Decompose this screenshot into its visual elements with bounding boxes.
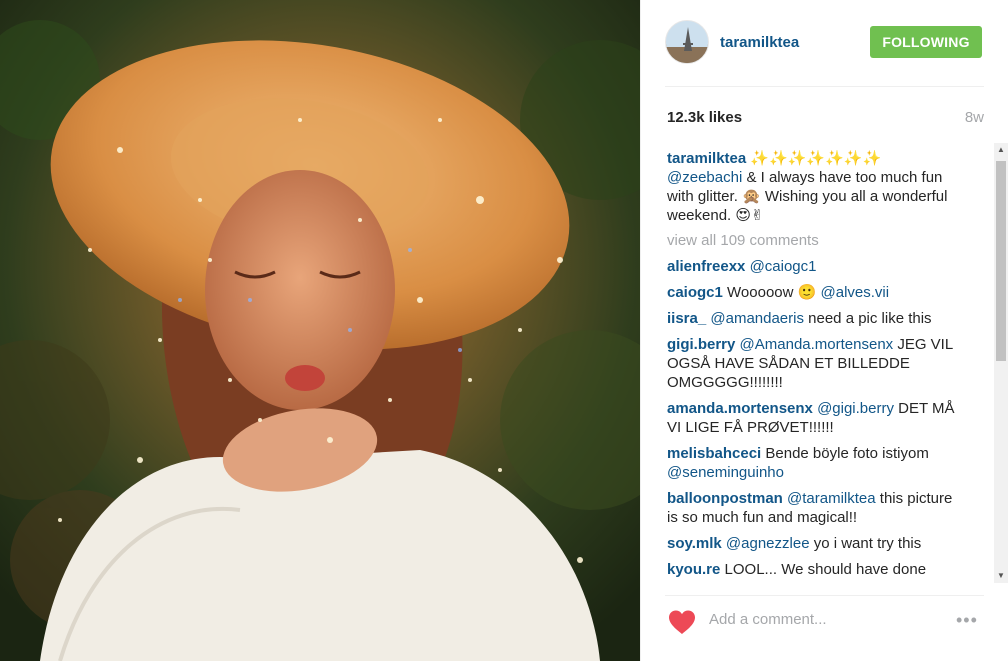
comment-mention[interactable]: @seneminguinho [667, 464, 784, 481]
post-footer: ••• [641, 595, 1008, 661]
comment: kyou.re LOOL... We should have done [667, 560, 967, 579]
comment-username[interactable]: kyou.re [667, 561, 720, 578]
sparkles-emoji: ✨✨✨✨✨✨✨ [750, 150, 882, 167]
instagram-post-modal: taramilktea FOLLOWING 12.3k likes 8w tar… [0, 0, 1008, 661]
comment-username[interactable]: alienfreexx [667, 258, 745, 275]
comment-text: Bende böyle foto istiyom [765, 445, 929, 462]
post-age[interactable]: 8w [965, 109, 984, 126]
comment: soy.mlk @agnezzlee yo i want try this [667, 534, 967, 553]
comment-mention[interactable]: @agnezzlee [726, 535, 810, 552]
heart-eyes-peace-emoji: 😍✌ [735, 207, 764, 224]
comment-username[interactable]: melisbahceci [667, 445, 761, 462]
eiffel-tower-avatar-icon [666, 21, 708, 63]
comment-username[interactable]: amanda.mortensenx [667, 400, 813, 417]
caption-mention[interactable]: @zeebachi [667, 169, 742, 186]
comment-username[interactable]: gigi.berry [667, 336, 735, 353]
comments-section[interactable]: taramilktea ✨✨✨✨✨✨✨ @zeebachi & I always… [641, 143, 1008, 583]
post-photo[interactable] [0, 0, 640, 661]
comment-mention[interactable]: @amandaeris [710, 310, 804, 327]
username-link[interactable]: taramilktea [720, 34, 799, 51]
scrollbar-thumb[interactable] [996, 161, 1006, 361]
heart-icon[interactable] [667, 609, 697, 635]
comment-text: LOOL... We should have done [724, 561, 927, 578]
avatar[interactable] [665, 20, 709, 64]
photo-illustration [0, 0, 640, 661]
post-sidebar: taramilktea FOLLOWING 12.3k likes 8w tar… [640, 0, 1008, 661]
post-header: taramilktea FOLLOWING [641, 0, 1008, 86]
caption: taramilktea ✨✨✨✨✨✨✨ @zeebachi & I always… [667, 149, 967, 225]
comment: melisbahceci Bende böyle foto istiyom @s… [667, 444, 967, 482]
scroll-down-arrow-icon[interactable]: ▼ [994, 569, 1008, 583]
comment: caiogc1 Wooooow 🙂 @alves.vii [667, 283, 967, 302]
comment: alienfreexx @caiogc1 [667, 257, 967, 276]
see-no-evil-emoji: 🙊 [742, 188, 761, 205]
comment: balloonpostman @taramilktea this picture… [667, 489, 967, 527]
caption-username[interactable]: taramilktea [667, 150, 746, 167]
comment-username[interactable]: balloonpostman [667, 490, 783, 507]
more-options-icon[interactable]: ••• [956, 611, 984, 629]
comment: iisra_ @amandaeris need a pic like this [667, 309, 967, 328]
comment: gigi.berry @Amanda.mortensenx JEG VIL OG… [667, 335, 967, 392]
following-button[interactable]: FOLLOWING [870, 26, 982, 58]
comment-username[interactable]: caiogc1 [667, 284, 723, 301]
likes-count[interactable]: 12.3k likes [667, 109, 742, 126]
comments-scrollbar[interactable]: ▲ ▼ [994, 143, 1008, 583]
comment-username[interactable]: iisra_ [667, 310, 706, 327]
comment: amanda.mortensenx @gigi.berry DET MÅ VI … [667, 399, 967, 437]
comment-text: need a pic like this [803, 310, 932, 327]
scroll-up-arrow-icon[interactable]: ▲ [994, 143, 1008, 157]
comment-mention[interactable]: @alves.vii [821, 284, 890, 301]
comment-text: Wooooow 🙂 [727, 284, 821, 301]
comment-list: taramilktea ✨✨✨✨✨✨✨ @zeebachi & I always… [667, 149, 967, 583]
add-comment-input[interactable] [709, 611, 939, 628]
comment-text: yo i want try this [809, 535, 922, 552]
comment-mention[interactable]: @gigi.berry [817, 400, 894, 417]
comment-username[interactable]: soy.mlk [667, 535, 722, 552]
comment-mention[interactable]: @Amanda.mortensenx [740, 336, 894, 353]
comment-mention[interactable]: @caiogc1 [750, 258, 817, 275]
comment-mention[interactable]: @taramilktea [787, 490, 876, 507]
header-divider [665, 86, 984, 87]
view-all-comments-link[interactable]: view all 109 comments [667, 232, 967, 249]
